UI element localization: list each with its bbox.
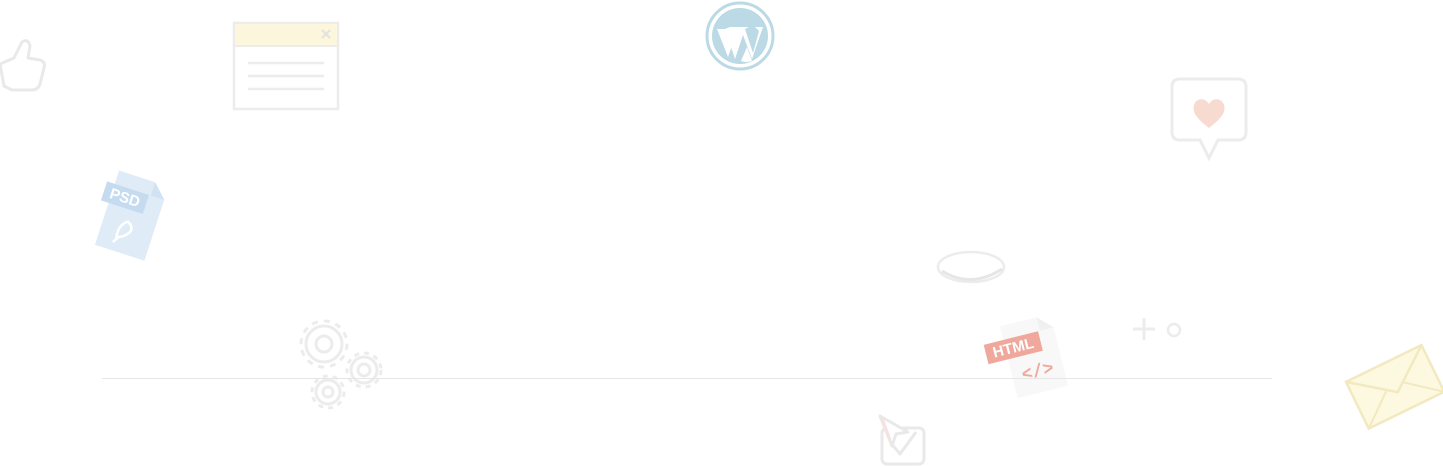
section-divider [102,378,1272,379]
gears-icon [299,319,383,410]
heart-speech-bubble-icon [1170,77,1248,162]
hero-background: PSD HTML </> [0,0,1443,466]
psd-file-icon: PSD [94,170,165,261]
cloud-pebble-icon [936,250,1006,284]
browser-window-icon [232,21,340,111]
thumbs-up-icon [0,39,46,92]
html-file-icon: HTML </> [983,317,1069,399]
plus-circle-decoration-icon [1133,318,1182,340]
wordpress-logo-icon [705,1,775,71]
checkbox-cursor-icon [878,414,926,466]
envelope-icon [1344,343,1443,430]
